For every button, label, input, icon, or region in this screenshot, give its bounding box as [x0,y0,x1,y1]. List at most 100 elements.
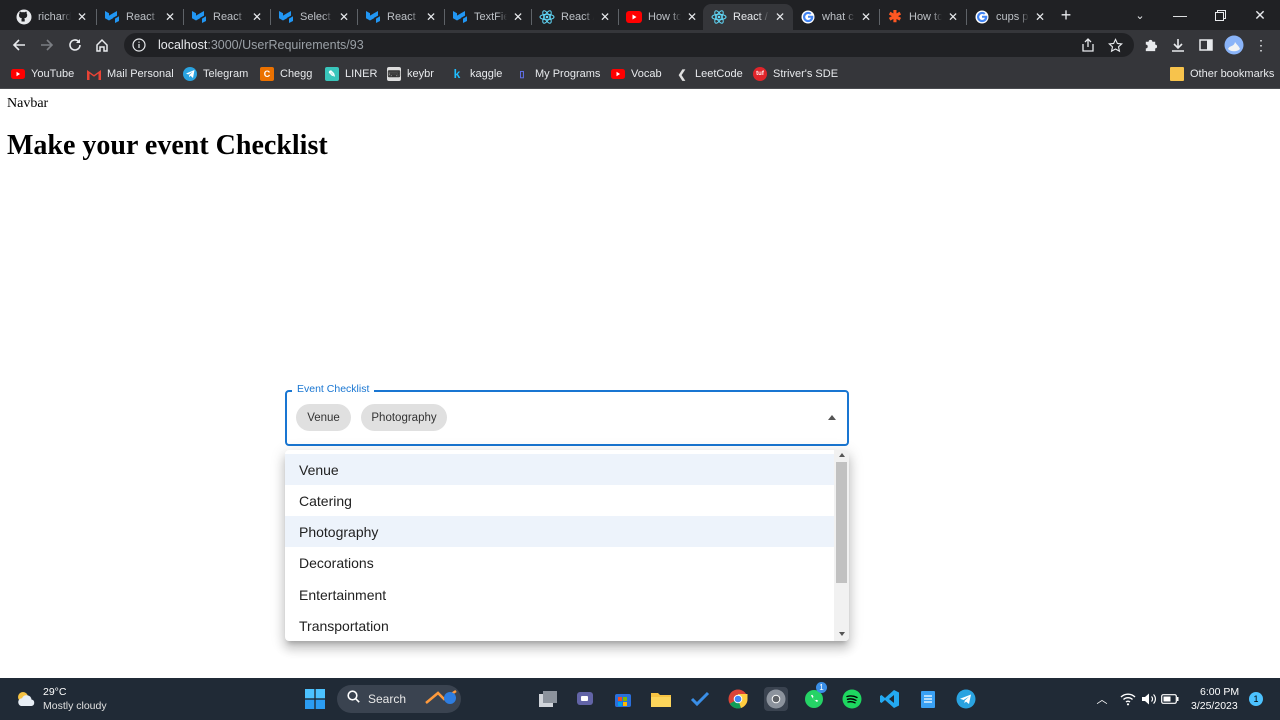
forward-button[interactable] [36,34,58,56]
back-button[interactable] [8,34,30,56]
restore-button[interactable] [1200,0,1240,30]
option-catering[interactable]: Catering [285,485,834,516]
site-info-icon[interactable] [132,38,146,52]
close-tab-icon[interactable]: ✕ [424,10,438,24]
close-tab-icon[interactable]: ✕ [1033,10,1047,24]
bookmark-youtube[interactable]: YouTube [11,66,74,82]
striver-icon: tuf [753,67,767,81]
whatsapp-icon[interactable]: 1 [802,682,827,711]
extensions-icon[interactable] [1139,34,1161,56]
bookmark-star-icon[interactable] [1104,34,1126,56]
share-icon[interactable] [1077,34,1099,56]
bookmark-liner[interactable]: ✎ LINER [325,66,377,82]
spotify-icon[interactable] [840,687,864,711]
chrome-menu-icon[interactable]: ⋮ [1250,34,1272,56]
mui-icon [278,9,294,25]
bookmark-chegg[interactable]: C Chegg [260,66,312,82]
bookmark-other[interactable]: Other bookmarks [1170,66,1274,82]
select-label: Event Checklist [292,383,375,395]
option-entertainment[interactable]: Entertainment [285,579,834,610]
taskbar-search[interactable]: Search [337,685,461,713]
bookmark-leetcode[interactable]: ❮ LeetCode [675,66,742,82]
side-panel-icon[interactable] [1195,34,1217,56]
browser-tab[interactable]: cups p ✕ [966,4,1053,30]
browser-tab[interactable]: React S ✕ [96,4,183,30]
show-hidden-icons-chevron[interactable]: ︿ [1090,687,1114,711]
browser-tab[interactable]: How to ✕ [618,4,705,30]
battery-icon[interactable] [1158,687,1182,711]
browser-tab[interactable]: richard ✕ [8,4,95,30]
clock-date[interactable]: 3/25/2023 [1191,700,1238,712]
downloads-icon[interactable] [1167,34,1189,56]
telegram-icon[interactable] [954,687,978,711]
close-tab-icon[interactable]: ✕ [598,10,612,24]
chrome-dev-icon[interactable] [764,687,788,711]
todo-check-icon[interactable] [688,687,712,711]
address-bar[interactable]: localhost:3000/UserRequirements/93 [124,33,1134,57]
browser-tab[interactable]: React S ✕ [183,4,270,30]
bookmark-vocab[interactable]: Vocab [611,66,662,82]
browser-tab[interactable]: TextFie ✕ [444,4,531,30]
microsoft-store-icon[interactable] [611,687,635,711]
close-window-button[interactable]: ✕ [1240,0,1280,30]
kaggle-icon: k [453,67,461,81]
browser-tab[interactable]: React S ✕ [357,4,444,30]
scroll-down-arrow-icon[interactable] [839,632,845,636]
youtube-icon [626,9,642,25]
tab-title: React / [561,11,594,23]
selected-chip[interactable]: Photography [361,404,447,431]
task-view-icon[interactable] [536,687,560,711]
minimize-button[interactable]: — [1160,0,1200,30]
clock-time[interactable]: 6:00 PM [1200,686,1239,698]
bookmark-mail-personal[interactable]: Mail Personal [87,66,174,82]
gmail-icon [87,67,101,81]
telegram-icon [183,67,197,81]
reload-button[interactable] [64,34,86,56]
profile-avatar[interactable] [1223,34,1245,56]
weather-cloud-icon[interactable] [14,687,38,711]
close-tab-icon[interactable]: ✕ [250,10,264,24]
close-tab-icon[interactable]: ✕ [511,10,525,24]
option-transportation[interactable]: Transportation [285,610,834,641]
vscode-icon[interactable] [878,687,902,711]
browser-tab[interactable]: Select ✕ [270,4,357,30]
notification-badge[interactable]: 1 [1249,692,1263,706]
close-tab-icon[interactable]: ✕ [75,10,89,24]
browser-tab-active[interactable]: React / ✕ [703,4,793,30]
close-tab-icon[interactable]: ✕ [163,10,177,24]
browser-tab[interactable]: what c ✕ [792,4,879,30]
dropdown-arrow-icon[interactable] [828,415,836,420]
bookmark-strivers-sde[interactable]: tuf Striver's SDE [753,66,838,82]
option-venue[interactable]: Venue [285,454,834,485]
windows-taskbar: 29°C Mostly cloudy Search 1 ︿ 6:00 PM 3/… [0,678,1280,720]
close-tab-icon[interactable]: ✕ [337,10,351,24]
bookmark-my-programs[interactable]: ▯ My Programs [515,66,601,82]
option-photography[interactable]: Photography [285,516,834,547]
file-explorer-icon[interactable] [649,687,673,711]
browser-tab[interactable]: ✱ How to ✕ [879,4,966,30]
chegg-icon: C [260,67,274,81]
chrome-icon[interactable] [726,687,750,711]
search-icon [347,690,360,708]
scrollbar-thumb[interactable] [836,462,847,583]
youtube-icon [611,67,625,81]
new-tab-button[interactable]: + [1056,5,1076,25]
scroll-up-arrow-icon[interactable] [839,453,845,457]
selected-chip[interactable]: Venue [296,404,351,431]
react-icon [711,9,727,25]
close-tab-icon[interactable]: ✕ [859,10,873,24]
browser-tab[interactable]: React / ✕ [531,4,618,30]
close-tab-icon[interactable]: ✕ [685,10,699,24]
menu-scrollbar[interactable] [834,450,849,641]
bookmark-keybr[interactable]: ⌨ keybr [387,66,434,82]
windows-start-icon[interactable] [303,687,327,711]
bookmark-kaggle[interactable]: k kaggle [450,66,503,82]
bookmark-telegram[interactable]: Telegram [183,66,248,82]
option-decorations[interactable]: Decorations [285,547,834,578]
tab-search-icon[interactable]: ⌄ [1120,0,1160,30]
home-button[interactable] [91,34,113,56]
teams-chat-icon[interactable] [574,687,598,711]
close-tab-icon[interactable]: ✕ [773,10,787,24]
notepad-icon[interactable] [916,687,940,711]
close-tab-icon[interactable]: ✕ [946,10,960,24]
